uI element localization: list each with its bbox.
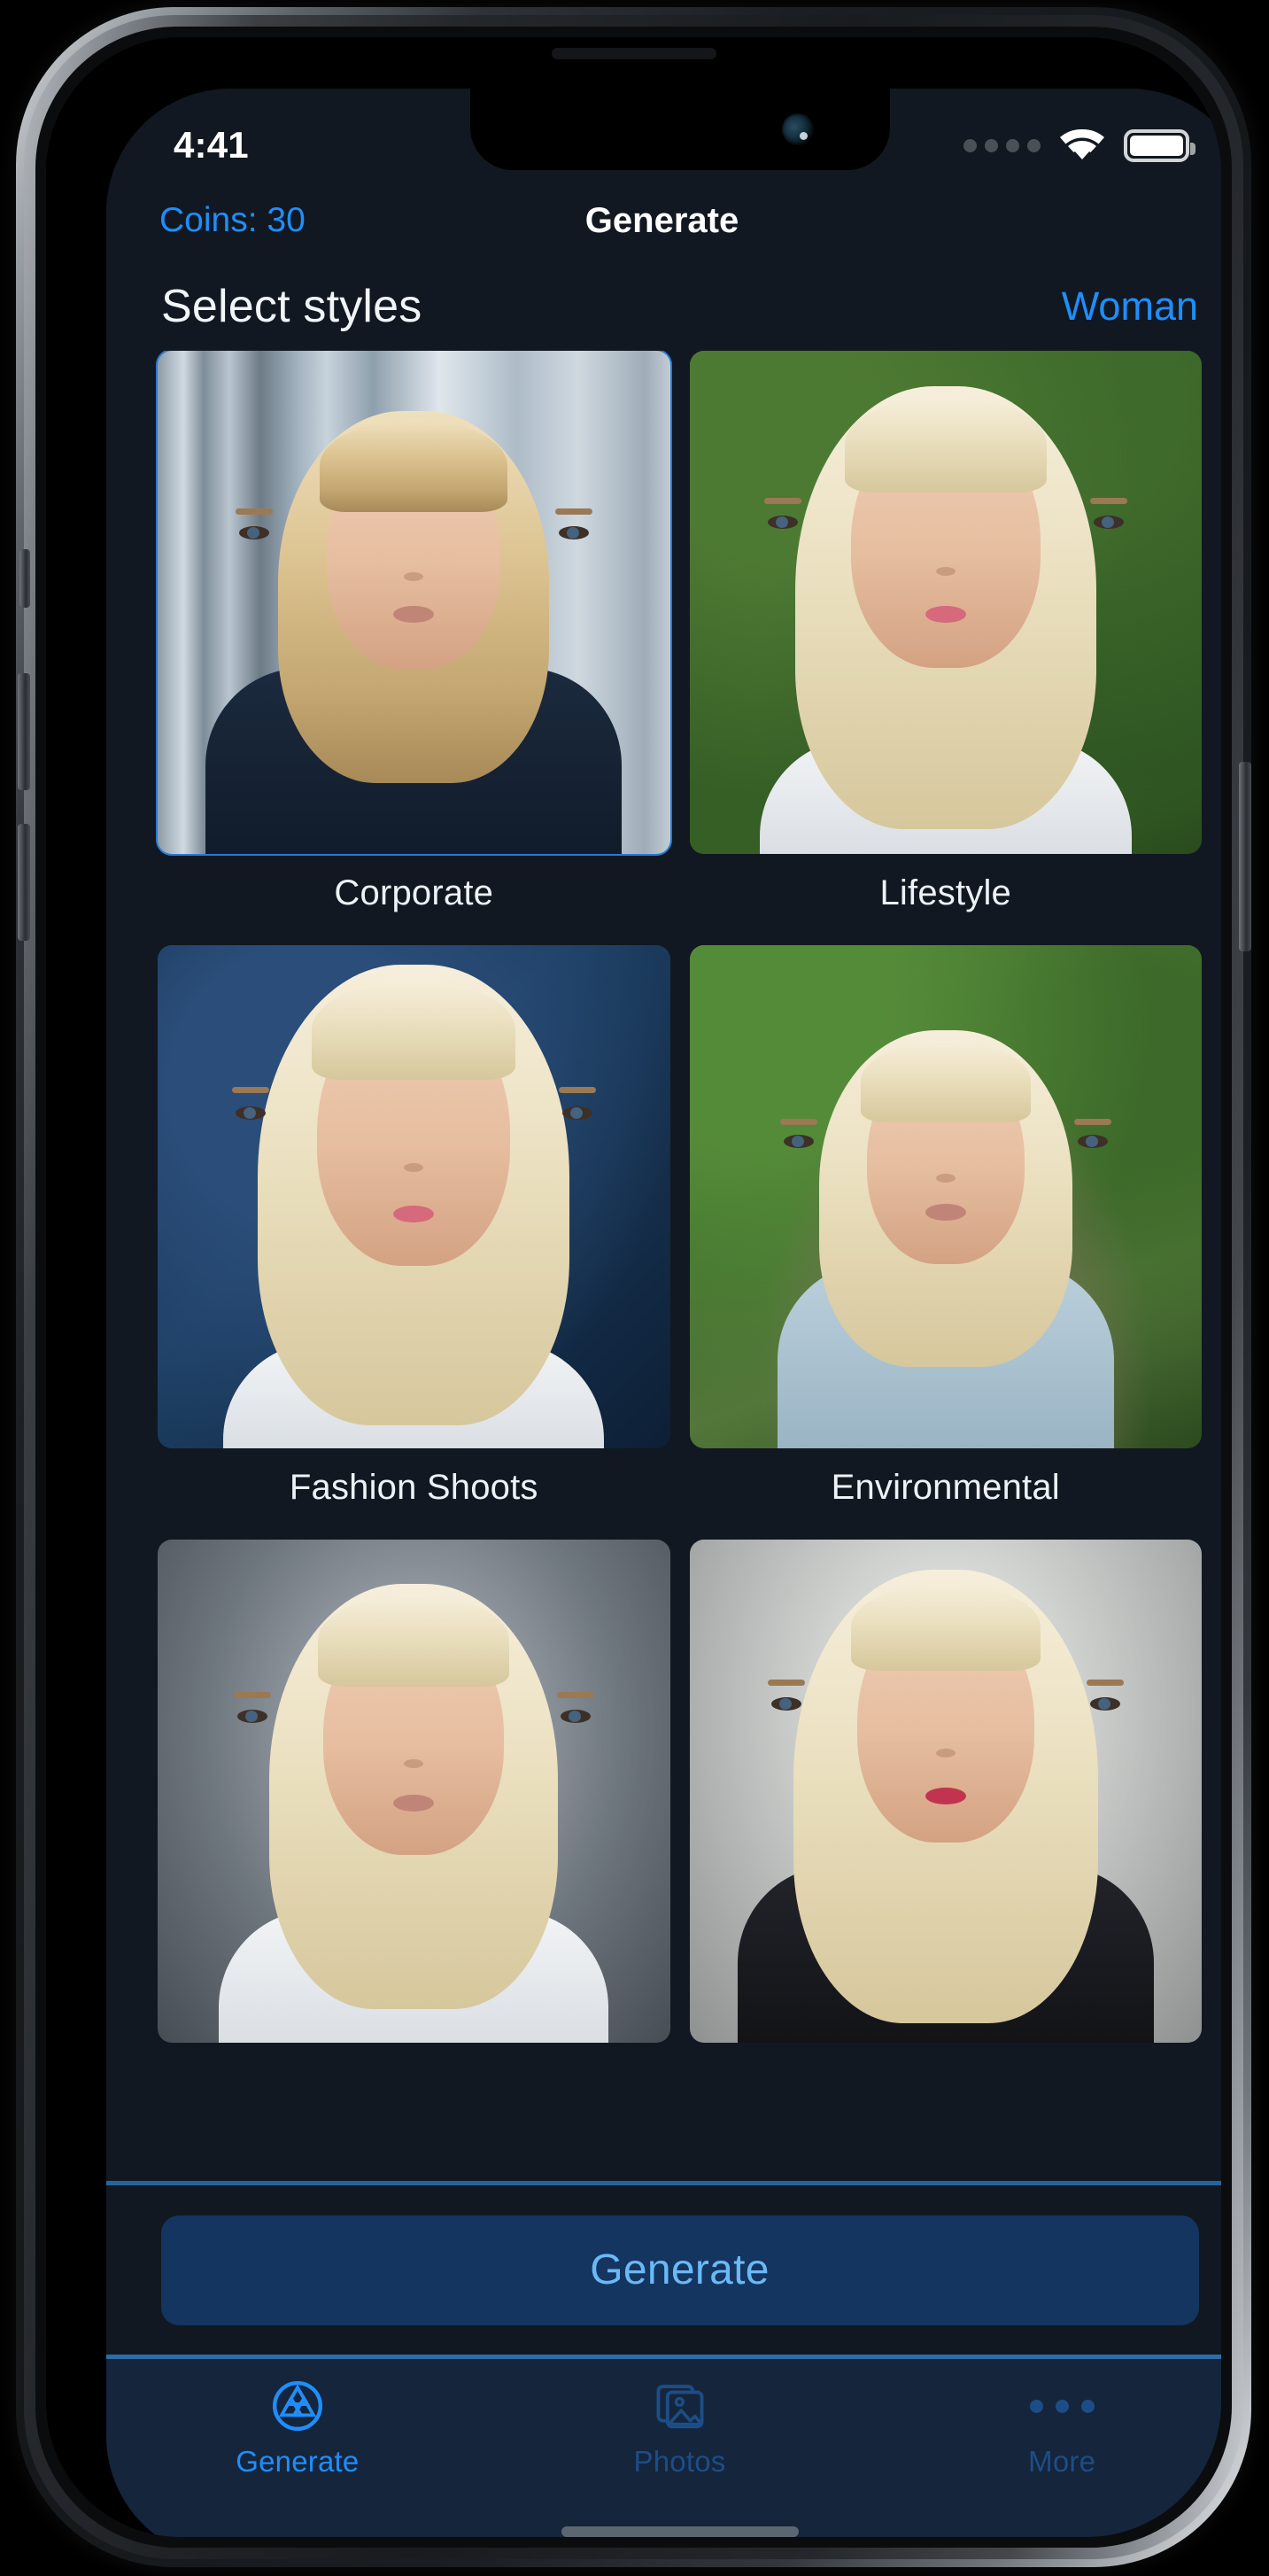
signal-dots-icon (963, 138, 1041, 152)
select-styles-title: Select styles (161, 281, 422, 332)
tab-label: More (1028, 2445, 1096, 2478)
volume-down-button[interactable] (18, 824, 30, 941)
styles-scroll-area[interactable]: Corporate Lifestyle Fashion Shoots Envir… (106, 351, 1221, 2238)
style-card-corporate[interactable]: Corporate (156, 351, 672, 936)
status-time: 4:41 (174, 124, 249, 166)
silent-switch[interactable] (19, 549, 30, 608)
style-label (158, 2043, 670, 2085)
style-thumbnail-glamour[interactable] (689, 1540, 1202, 2043)
ellipsis-icon (1029, 2378, 1095, 2433)
style-label: Fashion Shoots (289, 1468, 538, 1507)
style-label: Corporate (334, 873, 494, 912)
phone-screen: 4:41 Coins: 30 Generate Select styles Wo… (106, 89, 1221, 2537)
style-thumbnail-fashion-shoots[interactable] (158, 945, 670, 1448)
generate-button[interactable]: Generate (160, 2215, 1199, 2325)
photo-stack-icon (653, 2378, 708, 2433)
style-card-environmental[interactable]: Environmental (689, 945, 1202, 1531)
styles-grid: Corporate Lifestyle Fashion Shoots Envir… (106, 351, 1221, 2094)
style-card-glamour[interactable] (689, 1540, 1203, 2085)
gender-selector-link[interactable]: Woman (1062, 283, 1198, 330)
style-thumbnail-studio[interactable] (158, 1540, 670, 2043)
display-notch (469, 89, 890, 170)
earpiece-speaker (551, 48, 716, 59)
tab-more[interactable]: More (871, 2378, 1221, 2479)
navigation-bar: Coins: 30 Generate (106, 184, 1221, 257)
tab-label: Photos (633, 2445, 726, 2478)
front-camera-icon (781, 113, 814, 145)
tab-photos[interactable]: Photos (489, 2378, 871, 2479)
status-indicators (963, 128, 1195, 163)
bottom-tab-bar: Generate Photos More (106, 2355, 1221, 2537)
generate-cta-container: Generate (106, 2181, 1221, 2355)
style-thumbnail-corporate[interactable] (156, 351, 672, 856)
volume-up-button[interactable] (18, 673, 30, 790)
section-header: Select styles Woman (106, 264, 1221, 349)
style-thumbnail-environmental[interactable] (689, 945, 1202, 1448)
tab-label: Generate (236, 2445, 360, 2478)
home-indicator[interactable] (561, 2526, 799, 2537)
style-label: Environmental (831, 1468, 1060, 1507)
style-label (690, 2043, 1203, 2085)
coins-balance[interactable]: Coins: 30 (159, 201, 306, 240)
style-label: Lifestyle (879, 873, 1012, 912)
generate-button-label: Generate (590, 2246, 770, 2293)
power-button[interactable] (1239, 762, 1251, 951)
wifi-icon (1058, 128, 1106, 163)
tab-generate[interactable]: Generate (106, 2378, 489, 2479)
style-card-lifestyle[interactable]: Lifestyle (689, 351, 1202, 936)
style-thumbnail-lifestyle[interactable] (689, 351, 1202, 854)
style-card-studio[interactable] (158, 1540, 670, 2085)
style-card-fashion-shoots[interactable]: Fashion Shoots (158, 945, 670, 1531)
battery-full-icon (1124, 128, 1195, 162)
device-stage: 4:41 Coins: 30 Generate Select styles Wo… (0, 0, 1269, 2576)
aperture-icon (270, 2378, 325, 2433)
phone-bezel: 4:41 Coins: 30 Generate Select styles Wo… (46, 37, 1221, 2537)
